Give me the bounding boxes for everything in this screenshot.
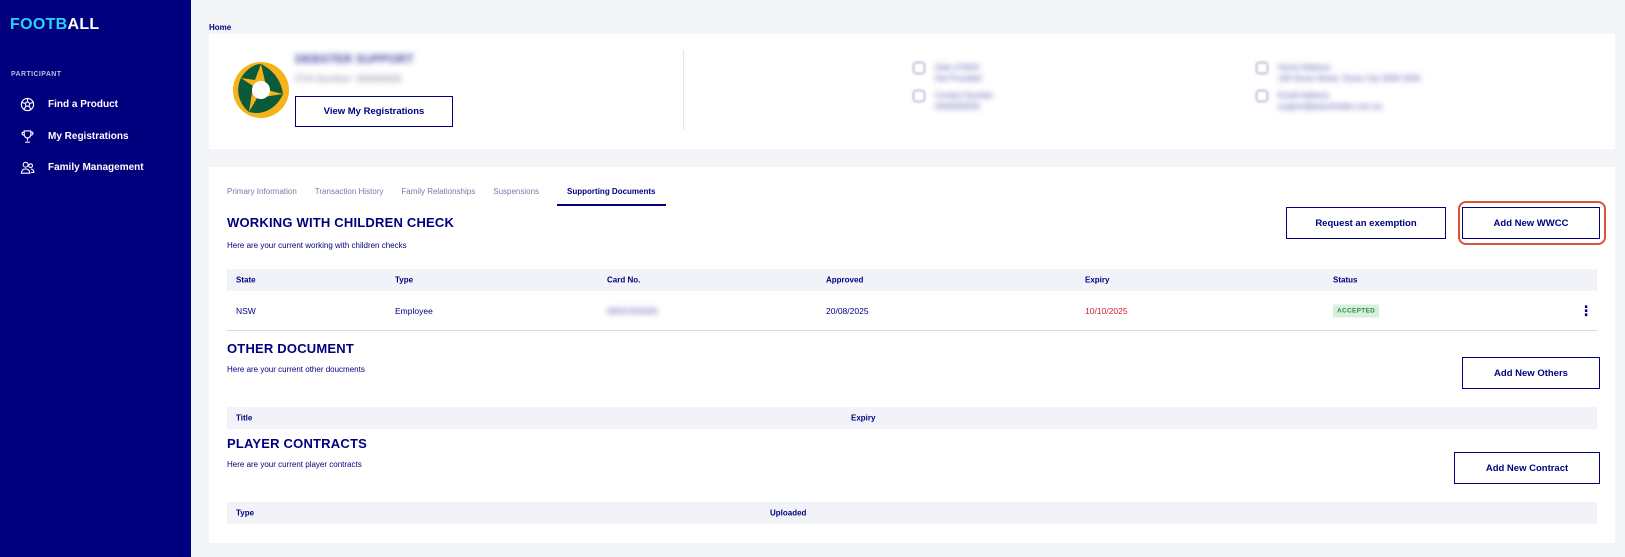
logo-part-1: FOOTB [10, 16, 68, 33]
request-exemption-button[interactable]: Request an exemption [1286, 207, 1446, 239]
breadcrumb[interactable]: Home [209, 23, 231, 32]
profile-divider [683, 50, 684, 130]
column-header-card-no[interactable]: Card No. [607, 276, 640, 285]
sidebar-item-label: Find a Product [48, 98, 118, 110]
phone-icon [913, 90, 925, 102]
sidebar-item-family-management[interactable]: Family Management [20, 157, 144, 177]
sidebar-item-my-registrations[interactable]: My Registrations [20, 126, 129, 146]
player-contracts-table-header: Type Uploaded [227, 502, 1597, 524]
tab-family-relationships[interactable]: Family Relationships [401, 187, 475, 206]
profile-card: DEBSTER SUPPORT FFA Number: 99999999 Vie… [209, 34, 1615, 149]
logo-part-2: ALL [67, 16, 100, 33]
other-document-section-title: OTHER DOCUMENT [227, 341, 355, 356]
column-header-type[interactable]: Type [236, 509, 254, 518]
tab-supporting-documents[interactable]: Supporting Documents [557, 187, 666, 206]
people-icon [20, 161, 35, 174]
profile-tabs: Primary Information Transaction History … [227, 187, 666, 206]
tab-suspensions[interactable]: Suspensions [493, 187, 539, 206]
email-value: support@placeholder.com.au [1278, 102, 1383, 111]
player-contracts-section-title: PLAYER CONTRACTS [227, 436, 367, 451]
wwcc-section-title: WORKING WITH CHILDREN CHECK [227, 215, 455, 230]
add-new-contract-button[interactable]: Add New Contract [1454, 452, 1600, 484]
table-row[interactable]: NSW Employee WWC000000 20/08/2025 10/10/… [227, 291, 1597, 331]
cell-card-no: WWC000000 [607, 305, 658, 316]
status-badge: ACCEPTED [1333, 304, 1380, 317]
other-document-table-header: Title Expiry [227, 407, 1597, 429]
player-contracts-section-subtitle: Here are your current player contracts [227, 460, 362, 469]
sidebar: FOOTBALL PARTICIPANT Find a Product My R… [0, 0, 191, 557]
column-header-approved[interactable]: Approved [826, 276, 863, 285]
trophy-icon [21, 129, 34, 143]
cell-state: NSW [236, 305, 256, 316]
tab-transaction-history[interactable]: Transaction History [315, 187, 384, 206]
column-header-expiry[interactable]: Expiry [1085, 276, 1109, 285]
column-header-type[interactable]: Type [395, 276, 413, 285]
tab-primary-information[interactable]: Primary Information [227, 187, 297, 206]
column-header-expiry[interactable]: Expiry [851, 414, 875, 423]
column-header-title[interactable]: Title [236, 414, 252, 423]
email-icon [1256, 90, 1268, 102]
wwcc-table-header: State Type Card No. Approved Expiry Stat… [227, 269, 1597, 291]
column-header-status[interactable]: Status [1333, 276, 1357, 285]
cell-expiry: 10/10/2025 [1085, 305, 1128, 316]
sidebar-item-find-a-product[interactable]: Find a Product [20, 94, 118, 114]
sidebar-section-label: PARTICIPANT [11, 71, 62, 78]
kebab-menu-icon[interactable]: ⋮ [1579, 302, 1593, 319]
phone-value: 0400000000 [935, 102, 980, 111]
organization-logo [233, 62, 289, 118]
sidebar-item-label: Family Management [48, 161, 144, 173]
participant-name: DEBSTER SUPPORT [295, 52, 414, 66]
other-document-section-subtitle: Here are your current other doucments [227, 365, 365, 374]
soccer-ball-icon [20, 97, 35, 111]
add-new-wwcc-button[interactable]: Add New WWCC [1462, 207, 1600, 239]
phone-label: Contact Number [935, 91, 994, 100]
column-header-uploaded[interactable]: Uploaded [770, 509, 806, 518]
address-label: Home Address [1278, 63, 1331, 72]
date-of-birth-label: Date of Birth [935, 63, 980, 72]
calendar-icon [913, 62, 925, 74]
cell-type: Employee [395, 305, 433, 316]
date-of-birth-info: Date of Birth Not Provided [935, 62, 981, 84]
participant-ffa-number: FFA Number: 99999999 [295, 74, 402, 85]
cell-approved: 20/08/2025 [826, 305, 869, 316]
phone-info: Contact Number 0400000000 [935, 90, 993, 112]
location-icon [1256, 62, 1268, 74]
address-value: 100 Some Street, Some City NSW 2000 [1278, 74, 1421, 83]
app-logo[interactable]: FOOTBALL [10, 16, 100, 34]
supporting-documents-card: Primary Information Transaction History … [209, 167, 1615, 543]
email-label: Email Address [1278, 91, 1330, 100]
wwcc-section-subtitle: Here are your current working with child… [227, 241, 407, 250]
date-of-birth-value: Not Provided [935, 74, 982, 83]
column-header-state[interactable]: State [236, 276, 256, 285]
add-new-others-button[interactable]: Add New Others [1462, 357, 1600, 389]
view-my-registrations-button[interactable]: View My Registrations [295, 96, 453, 127]
email-info: Email Address support@placeholder.com.au [1278, 90, 1382, 112]
address-info: Home Address 100 Some Street, Some City … [1278, 62, 1420, 84]
sidebar-item-label: My Registrations [48, 130, 129, 142]
